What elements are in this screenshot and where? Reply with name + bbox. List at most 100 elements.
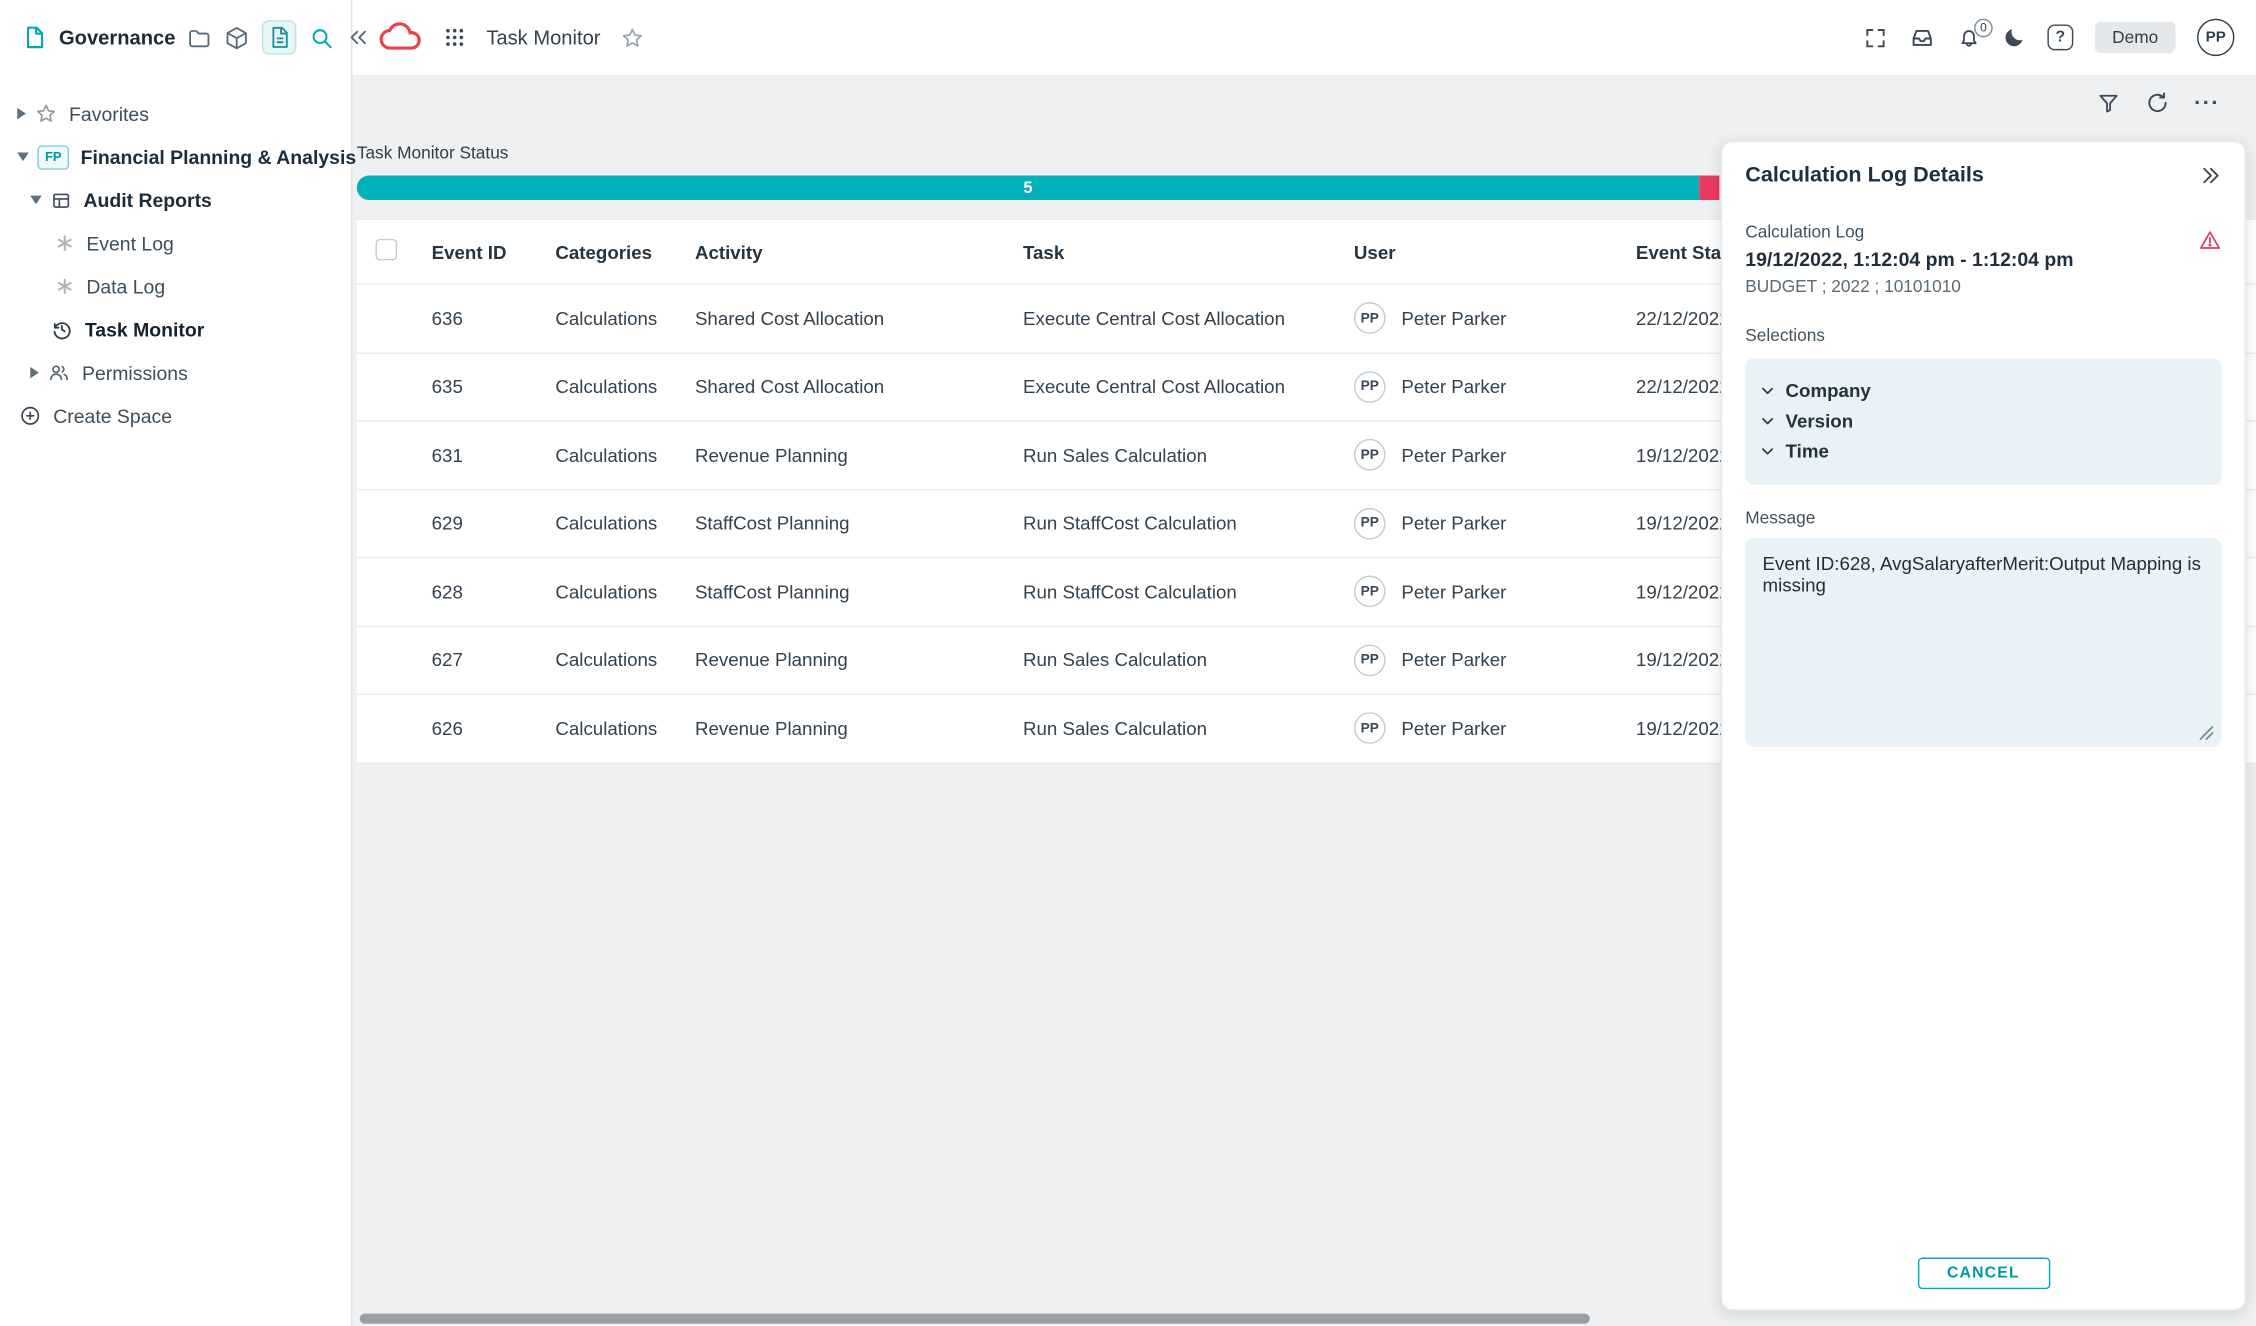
status-section-label: Task Monitor Status: [357, 142, 509, 162]
cell-user: PP Peter Parker: [1354, 508, 1636, 540]
cell-activity: Shared Cost Allocation: [695, 308, 1023, 330]
favorite-star-icon[interactable]: [621, 25, 645, 49]
sidebar: Governance: [0, 0, 353, 1326]
calculation-log-details-panel: Calculation Log Details Calculation Log …: [1721, 141, 2246, 1311]
cell-task: Run StaffCost Calculation: [1023, 513, 1354, 535]
refresh-icon[interactable]: [2145, 90, 2169, 114]
documents-icon[interactable]: [262, 20, 297, 55]
cell-event-id: 636: [432, 308, 556, 330]
cell-task: Run Sales Calculation: [1023, 649, 1354, 671]
user-avatar-menu[interactable]: PP: [2197, 19, 2234, 56]
cell-event-id: 626: [432, 718, 556, 740]
package-icon[interactable]: [224, 25, 248, 49]
column-header-task[interactable]: Task: [1023, 241, 1354, 263]
cell-categories: Calculations: [555, 718, 695, 740]
message-text: Event ID:628, AvgSalaryafterMerit:Output…: [1763, 552, 2205, 595]
search-icon[interactable]: [309, 25, 333, 49]
log-time-range: 19/12/2022, 1:12:04 pm - 1:12:04 pm: [1745, 249, 2221, 271]
log-context: BUDGET ; 2022 ; 10101010: [1745, 276, 2221, 296]
cell-event-id: 627: [432, 649, 556, 671]
cell-task: Run StaffCost Calculation: [1023, 581, 1354, 603]
sidebar-item-task-monitor[interactable]: Task Monitor: [0, 308, 351, 351]
cancel-button[interactable]: CANCEL: [1917, 1258, 2049, 1290]
resize-handle-icon[interactable]: [2198, 725, 2214, 741]
selections-label: Selections: [1745, 325, 2221, 345]
caret-right-icon[interactable]: [30, 367, 39, 379]
cell-task: Run Sales Calculation: [1023, 718, 1354, 740]
demo-badge: Demo: [2095, 22, 2176, 54]
notifications-bell-icon[interactable]: 0: [1957, 25, 1981, 49]
user-name: Peter Parker: [1401, 444, 1506, 466]
cell-task: Execute Central Cost Allocation: [1023, 308, 1354, 330]
sidebar-item-data-log[interactable]: Data Log: [0, 265, 351, 308]
selection-item-time[interactable]: Time: [1760, 436, 2207, 466]
help-icon[interactable]: ?: [2047, 24, 2073, 50]
chevron-down-icon: [1760, 413, 1776, 429]
sidebar-item-event-log[interactable]: Event Log: [0, 222, 351, 265]
cell-user: PP Peter Parker: [1354, 439, 1636, 471]
message-box: Event ID:628, AvgSalaryafterMerit:Output…: [1745, 538, 2221, 747]
caret-right-icon[interactable]: [17, 108, 26, 120]
process-icon: [55, 233, 75, 253]
user-name: Peter Parker: [1401, 718, 1506, 740]
user-name: Peter Parker: [1401, 376, 1506, 398]
plus-circle-icon: [19, 404, 42, 427]
selection-item-version[interactable]: Version: [1760, 406, 2207, 436]
cell-categories: Calculations: [555, 444, 695, 466]
sidebar-item-permissions[interactable]: Permissions: [0, 351, 351, 394]
warning-icon: [2198, 229, 2221, 252]
cell-user: PP Peter Parker: [1354, 713, 1636, 745]
report-grid-icon: [50, 189, 72, 211]
users-icon: [47, 361, 70, 384]
column-header-categories[interactable]: Categories: [555, 241, 695, 263]
cell-user: PP Peter Parker: [1354, 576, 1636, 608]
cell-categories: Calculations: [555, 581, 695, 603]
cell-event-id: 629: [432, 513, 556, 535]
app-root: Governance: [0, 0, 2256, 1326]
user-avatar: PP: [1354, 439, 1386, 471]
cell-user: PP Peter Parker: [1354, 371, 1636, 403]
create-space-button[interactable]: Create Space: [0, 394, 351, 437]
inbox-icon[interactable]: [1909, 24, 1935, 50]
user-avatar: PP: [1354, 508, 1386, 540]
caret-down-icon[interactable]: [30, 196, 42, 205]
star-icon: [35, 102, 58, 125]
column-header-user[interactable]: User: [1354, 241, 1636, 263]
status-bar-count: 5: [1023, 179, 1032, 196]
cell-categories: Calculations: [555, 513, 695, 535]
horizontal-scrollbar: [357, 1314, 2256, 1326]
selection-item-company[interactable]: Company: [1760, 376, 2207, 406]
caret-down-icon[interactable]: [17, 153, 29, 162]
collapse-panel-icon[interactable]: [2198, 163, 2221, 186]
sidebar-item-favorites[interactable]: Favorites: [0, 92, 351, 135]
calculation-log-section: Calculation Log 19/12/2022, 1:12:04 pm -…: [1745, 222, 2221, 297]
cell-activity: Shared Cost Allocation: [695, 376, 1023, 398]
status-bar-success-segment[interactable]: 5: [357, 176, 1699, 200]
column-header-event-id[interactable]: Event ID: [432, 241, 556, 263]
governance-app-icon: [22, 24, 48, 50]
collapse-sidebar-icon[interactable]: [347, 26, 370, 49]
process-icon: [55, 276, 75, 296]
sidebar-item-fpa-space[interactable]: FP Financial Planning & Analysis: [0, 135, 351, 178]
cell-categories: Calculations: [555, 649, 695, 671]
more-options-icon[interactable]: ···: [2194, 90, 2220, 114]
cell-event-id: 635: [432, 376, 556, 398]
cell-activity: Revenue Planning: [695, 444, 1023, 466]
selections-box: Company Version Time: [1745, 358, 2221, 485]
select-all-checkbox[interactable]: [376, 239, 398, 261]
user-avatar: PP: [1354, 576, 1386, 608]
horizontal-scrollbar-thumb[interactable]: [360, 1314, 1590, 1324]
brand-cloud-logo[interactable]: [377, 20, 426, 55]
app-launcher-grid-icon[interactable]: [443, 26, 466, 49]
cell-event-id: 628: [432, 581, 556, 603]
chevron-down-icon: [1760, 383, 1776, 399]
folder-icon[interactable]: [187, 25, 211, 49]
filter-icon[interactable]: [2096, 90, 2120, 114]
history-clock-icon: [50, 318, 73, 341]
fullscreen-icon[interactable]: [1863, 25, 1887, 49]
top-header: Task Monitor 0 ? Demo PP: [353, 0, 2256, 75]
status-bar-error-segment[interactable]: [1699, 176, 1719, 200]
column-header-activity[interactable]: Activity: [695, 241, 1023, 263]
sidebar-item-audit-reports[interactable]: Audit Reports: [0, 178, 351, 221]
dark-mode-moon-icon[interactable]: [2003, 26, 2026, 49]
